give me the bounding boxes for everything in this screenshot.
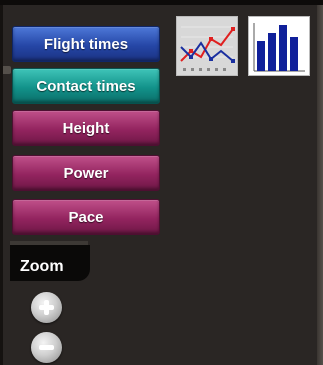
line-chart-thumbnail[interactable] <box>176 16 238 76</box>
power-button[interactable]: Power <box>12 155 160 191</box>
right-scroll-edge[interactable] <box>317 5 323 365</box>
flight-times-label: Flight times <box>43 35 129 53</box>
zoom-label: Zoom <box>20 258 64 275</box>
tab-notch <box>3 66 11 74</box>
bar-chart-icon <box>253 23 305 72</box>
app-panel: Flight times Contact times Height Power … <box>0 0 323 365</box>
contact-times-label: Contact times <box>36 77 136 95</box>
pace-button[interactable]: Pace <box>12 199 160 235</box>
contact-times-button[interactable]: Contact times <box>12 68 160 104</box>
height-label: Height <box>62 119 110 137</box>
flight-times-button[interactable]: Flight times <box>12 26 160 62</box>
left-edge <box>0 5 3 365</box>
pace-label: Pace <box>68 208 104 226</box>
line-chart-icon <box>180 26 235 71</box>
zoom-in-button[interactable] <box>31 292 62 323</box>
height-button[interactable]: Height <box>12 110 160 146</box>
zoom-out-button[interactable] <box>31 332 62 363</box>
bar-chart-thumbnail[interactable] <box>248 16 310 76</box>
power-label: Power <box>63 164 109 182</box>
